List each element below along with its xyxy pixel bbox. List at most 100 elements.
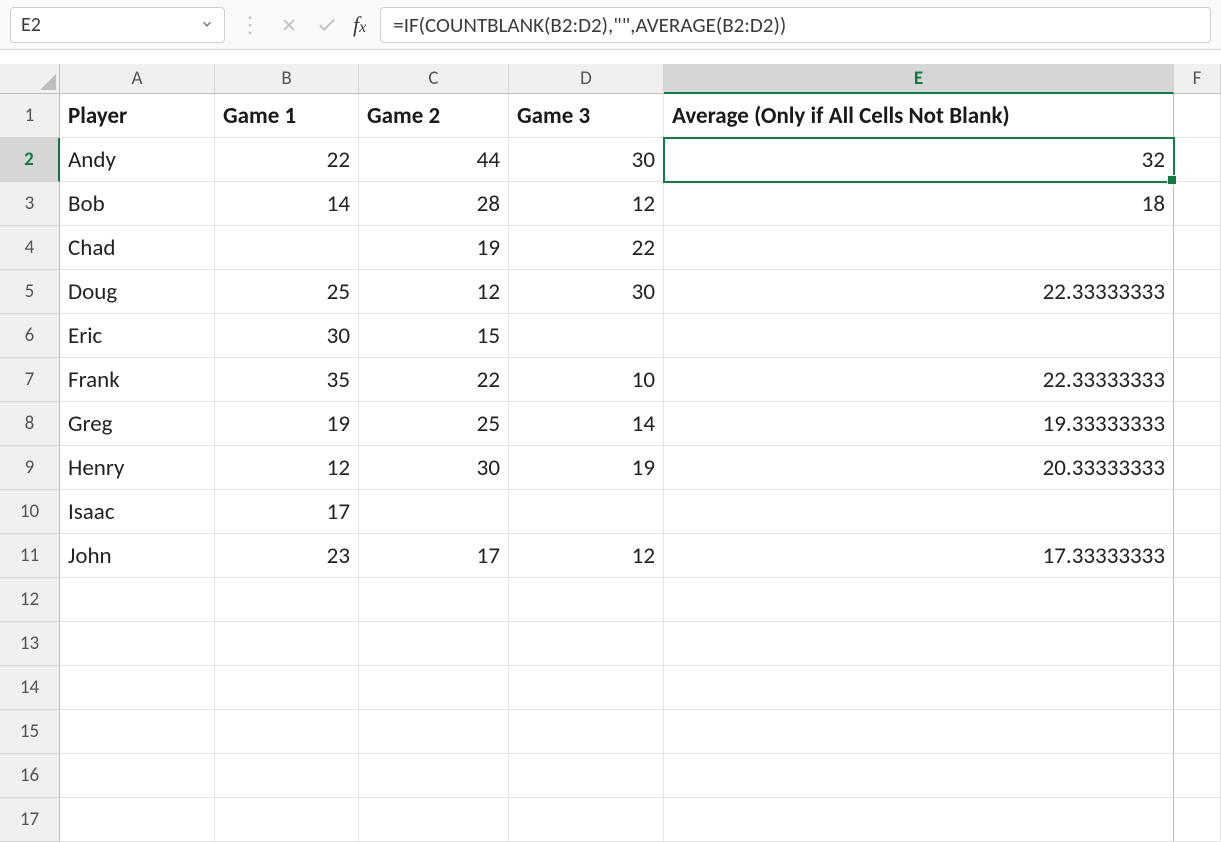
cell-B17[interactable] — [215, 798, 359, 842]
cell-A9[interactable]: Henry — [60, 446, 215, 490]
cell-A14[interactable] — [60, 666, 215, 710]
cell-D14[interactable] — [509, 666, 664, 710]
row-header-17[interactable]: 17 — [0, 798, 60, 842]
row-header-5[interactable]: 5 — [0, 270, 60, 314]
row-header-11[interactable]: 11 — [0, 534, 60, 578]
cell-E2[interactable]: 32 — [664, 138, 1174, 182]
cell-E7[interactable]: 22.33333333 — [664, 358, 1174, 402]
cell-C11[interactable]: 17 — [359, 534, 509, 578]
cell-F13[interactable] — [1174, 622, 1221, 666]
cell-D1[interactable]: Game 3 — [509, 94, 664, 138]
fx-icon[interactable]: fx — [351, 12, 370, 38]
cell-E15[interactable] — [664, 710, 1174, 754]
cell-D4[interactable]: 22 — [509, 226, 664, 270]
cell-A3[interactable]: Bob — [60, 182, 215, 226]
chevron-down-icon[interactable] — [200, 13, 214, 37]
cell-E17[interactable] — [664, 798, 1174, 842]
cell-A13[interactable] — [60, 622, 215, 666]
enter-button[interactable] — [313, 11, 341, 39]
cell-B5[interactable]: 25 — [215, 270, 359, 314]
cell-C4[interactable]: 19 — [359, 226, 509, 270]
cell-C2[interactable]: 44 — [359, 138, 509, 182]
cell-D3[interactable]: 12 — [509, 182, 664, 226]
row-header-2[interactable]: 2 — [0, 138, 60, 182]
sheet-grid[interactable]: ABCDEF1PlayerGame 1Game 2Game 3Average (… — [0, 64, 1221, 842]
row-header-8[interactable]: 8 — [0, 402, 60, 446]
cell-D17[interactable] — [509, 798, 664, 842]
cell-B9[interactable]: 12 — [215, 446, 359, 490]
select-all-corner[interactable] — [0, 64, 60, 94]
cell-C15[interactable] — [359, 710, 509, 754]
cell-F9[interactable] — [1174, 446, 1221, 490]
cell-D11[interactable]: 12 — [509, 534, 664, 578]
worksheet[interactable]: ABCDEF1PlayerGame 1Game 2Game 3Average (… — [0, 64, 1221, 842]
cell-B13[interactable] — [215, 622, 359, 666]
name-box[interactable]: E2 — [10, 7, 225, 43]
cell-E4[interactable] — [664, 226, 1174, 270]
formula-input[interactable]: =IF(COUNTBLANK(B2:D2),"",AVERAGE(B2:D2)) — [380, 7, 1211, 43]
cell-B12[interactable] — [215, 578, 359, 622]
cell-F11[interactable] — [1174, 534, 1221, 578]
cell-B10[interactable]: 17 — [215, 490, 359, 534]
col-header-B[interactable]: B — [215, 64, 359, 94]
cell-E9[interactable]: 20.33333333 — [664, 446, 1174, 490]
row-header-6[interactable]: 6 — [0, 314, 60, 358]
cell-C9[interactable]: 30 — [359, 446, 509, 490]
cancel-button[interactable] — [275, 11, 303, 39]
cell-C16[interactable] — [359, 754, 509, 798]
cell-D13[interactable] — [509, 622, 664, 666]
cell-C3[interactable]: 28 — [359, 182, 509, 226]
cell-F8[interactable] — [1174, 402, 1221, 446]
cell-A7[interactable]: Frank — [60, 358, 215, 402]
cell-D2[interactable]: 30 — [509, 138, 664, 182]
row-header-1[interactable]: 1 — [0, 94, 60, 138]
cell-B16[interactable] — [215, 754, 359, 798]
cell-F16[interactable] — [1174, 754, 1221, 798]
cell-A10[interactable]: Isaac — [60, 490, 215, 534]
row-header-7[interactable]: 7 — [0, 358, 60, 402]
cell-F5[interactable] — [1174, 270, 1221, 314]
row-header-4[interactable]: 4 — [0, 226, 60, 270]
cell-D16[interactable] — [509, 754, 664, 798]
cell-E8[interactable]: 19.33333333 — [664, 402, 1174, 446]
cell-A6[interactable]: Eric — [60, 314, 215, 358]
row-header-14[interactable]: 14 — [0, 666, 60, 710]
cell-D5[interactable]: 30 — [509, 270, 664, 314]
cell-B14[interactable] — [215, 666, 359, 710]
row-header-15[interactable]: 15 — [0, 710, 60, 754]
cell-E6[interactable] — [664, 314, 1174, 358]
cell-D10[interactable] — [509, 490, 664, 534]
cell-A2[interactable]: Andy — [60, 138, 215, 182]
cell-C17[interactable] — [359, 798, 509, 842]
cell-E1[interactable]: Average (Only if All Cells Not Blank) — [664, 94, 1174, 138]
cell-B6[interactable]: 30 — [215, 314, 359, 358]
row-header-9[interactable]: 9 — [0, 446, 60, 490]
col-header-F[interactable]: F — [1174, 64, 1221, 94]
cell-C1[interactable]: Game 2 — [359, 94, 509, 138]
cell-F4[interactable] — [1174, 226, 1221, 270]
row-header-12[interactable]: 12 — [0, 578, 60, 622]
cell-F3[interactable] — [1174, 182, 1221, 226]
col-header-D[interactable]: D — [509, 64, 664, 94]
row-header-13[interactable]: 13 — [0, 622, 60, 666]
cell-F1[interactable] — [1174, 94, 1221, 138]
col-header-A[interactable]: A — [60, 64, 215, 94]
cell-D9[interactable]: 19 — [509, 446, 664, 490]
cell-E11[interactable]: 17.33333333 — [664, 534, 1174, 578]
cell-C7[interactable]: 22 — [359, 358, 509, 402]
cell-A16[interactable] — [60, 754, 215, 798]
cell-F2[interactable] — [1174, 138, 1221, 182]
cell-F15[interactable] — [1174, 710, 1221, 754]
cell-E16[interactable] — [664, 754, 1174, 798]
row-header-3[interactable]: 3 — [0, 182, 60, 226]
cell-D8[interactable]: 14 — [509, 402, 664, 446]
cell-B7[interactable]: 35 — [215, 358, 359, 402]
cell-C6[interactable]: 15 — [359, 314, 509, 358]
cell-E12[interactable] — [664, 578, 1174, 622]
cell-B1[interactable]: Game 1 — [215, 94, 359, 138]
cell-C10[interactable] — [359, 490, 509, 534]
cell-B8[interactable]: 19 — [215, 402, 359, 446]
cell-C12[interactable] — [359, 578, 509, 622]
col-header-E[interactable]: E — [664, 64, 1174, 94]
cell-D6[interactable] — [509, 314, 664, 358]
